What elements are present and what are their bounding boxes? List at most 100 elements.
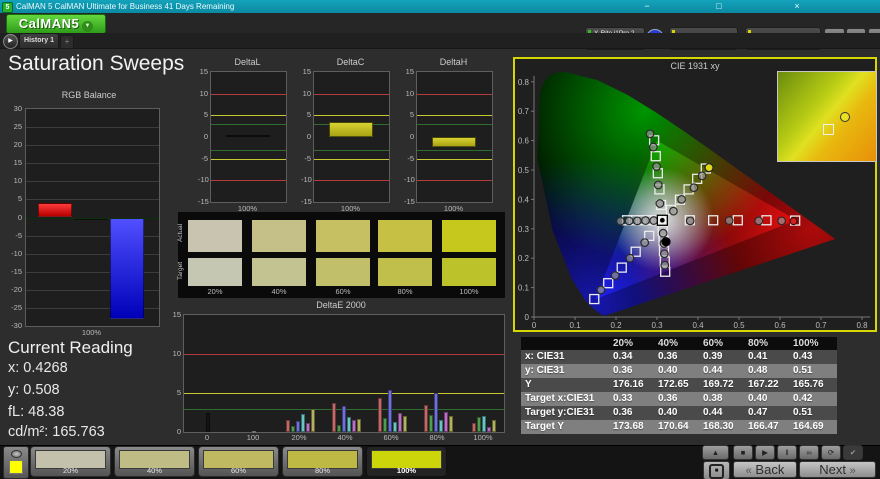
table-cell: 0.43	[793, 351, 813, 362]
inset-target-square	[823, 124, 834, 135]
workflow-play-button[interactable]: ▶	[3, 34, 18, 49]
gridline	[26, 127, 159, 129]
logo-dropdown-icon[interactable]: ▼	[82, 21, 94, 32]
delta-ytick: 10	[199, 88, 208, 98]
delta-plot	[210, 71, 287, 203]
target-swatch-40%	[252, 258, 306, 286]
current-reading-line: fL: 48.38	[8, 404, 65, 420]
patch-label: 20%	[62, 466, 78, 475]
table-cell: 0.47	[748, 407, 768, 418]
delta-xlabel: 100%	[443, 204, 464, 213]
delta-ytick: 5	[409, 110, 414, 120]
delta-ytick: -5	[407, 153, 414, 163]
cie-measured-circle	[677, 194, 687, 204]
play-button[interactable]: ▶	[755, 445, 775, 460]
add-tab-button[interactable]: +	[60, 35, 74, 49]
deltae-bar	[300, 414, 305, 432]
deltae-bar	[341, 406, 346, 432]
delta-ytick: -10	[198, 175, 209, 185]
meter-tray-button[interactable]	[3, 446, 29, 479]
continuous-button[interactable]: ⟳	[821, 445, 841, 460]
patch-label: 100%	[396, 466, 417, 475]
calman-logo-menu[interactable]: CalMAN5 ▼	[6, 14, 106, 34]
deltae-bar	[397, 413, 402, 432]
rgb-ytick: 25	[13, 122, 22, 132]
deltae-bar	[492, 419, 496, 432]
table-cell: 0.42	[793, 393, 813, 404]
svg-text:0.7: 0.7	[815, 321, 827, 330]
delta-plot	[313, 71, 390, 203]
target-swatch-100%	[442, 258, 496, 286]
back-label: Back	[755, 462, 785, 477]
cie-measured-circle	[640, 238, 650, 248]
swatch-col-label: 60%	[335, 287, 351, 296]
deltae-bar	[285, 419, 290, 432]
deltae-bar	[387, 389, 392, 432]
back-button[interactable]: « Back	[733, 461, 797, 478]
swatch-col-label: 80%	[397, 287, 413, 296]
table-cell: 172.65	[658, 379, 689, 390]
delta-ytick: 5	[203, 110, 208, 120]
actual-swatch-80%	[378, 220, 432, 252]
deltae-xtick: 40%	[337, 433, 353, 442]
close-button[interactable]: ×	[790, 0, 804, 12]
deltae-bar	[428, 414, 433, 432]
delta-ytick: 5	[306, 110, 311, 120]
table-cell: 0.36	[658, 351, 678, 362]
patch-button-60%[interactable]: 60%	[198, 446, 279, 477]
stop-pattern-button[interactable]: ■	[703, 461, 730, 479]
target-swatch-80%	[378, 258, 432, 286]
cie-measured-circle	[697, 171, 707, 181]
delta-bar	[226, 135, 270, 138]
swatch-col-label: 40%	[271, 287, 287, 296]
table-header-cell	[521, 337, 609, 350]
swatch-col-label: 20%	[207, 287, 223, 296]
table-cell: 169.72	[703, 379, 734, 390]
current-reading-line: x: 0.4268	[8, 360, 68, 376]
cie-measured-circle	[653, 180, 663, 190]
stop-button[interactable]: ■	[733, 445, 753, 460]
deltae-bar	[336, 424, 341, 432]
delta-chart-deltac: DeltaC 15 10 5 0 -5 -10 -15 100%	[301, 57, 401, 213]
table-cell: 0.33	[613, 393, 633, 404]
cie-1931-xy-panel[interactable]: 0 0.1 0.2 0.3 0.4 0.5 0.6 0.7 0.8 0 0.1 0.2 0.3 0.4 0.…	[513, 57, 877, 332]
delta-bar	[432, 137, 476, 147]
actual-swatch-20%	[188, 220, 242, 252]
ref-line	[314, 158, 389, 160]
patch-button-20%[interactable]: 20%	[30, 446, 111, 477]
table-cell: 165.76	[793, 379, 824, 390]
delta-title: DeltaL	[234, 57, 261, 67]
svg-text:0: 0	[525, 313, 530, 322]
svg-text:0.3: 0.3	[651, 321, 663, 330]
eject-button[interactable]: ▲	[702, 445, 729, 460]
maximize-button[interactable]: □	[712, 0, 726, 12]
loop-button[interactable]: ∞	[799, 445, 819, 460]
svg-text:0.5: 0.5	[733, 321, 745, 330]
deltae-title: DeltaE 2000	[316, 300, 366, 310]
delta-ytick: 15	[199, 67, 208, 76]
table-row-label: y: CIE31	[525, 365, 565, 376]
patch-button-40%[interactable]: 40%	[114, 446, 195, 477]
deltae-ytick: 0	[176, 427, 181, 436]
pause-button[interactable]: ‖	[777, 445, 797, 460]
cie-measured-circle	[652, 162, 661, 171]
cie-measured-circle	[624, 216, 634, 226]
patch-button-100%[interactable]: 100%	[366, 446, 447, 477]
table-cell: 167.22	[748, 379, 779, 390]
deltae-bar	[382, 417, 387, 432]
table-header-cell: 40%	[658, 338, 679, 349]
table-row-label: x: CIE31	[525, 351, 565, 362]
deltae-xtick: 80%	[429, 433, 445, 442]
minimize-button[interactable]: −	[640, 0, 654, 12]
table-row-label: Target Y	[525, 421, 565, 432]
svg-text:0.5: 0.5	[518, 166, 530, 175]
deltae-bar	[402, 415, 407, 432]
tab-history-1[interactable]: History 1	[19, 33, 59, 48]
done-button[interactable]: ✔	[843, 445, 863, 460]
next-button[interactable]: Next »	[799, 461, 876, 478]
table-cell: 0.44	[703, 365, 723, 376]
patch-button-80%[interactable]: 80%	[282, 446, 363, 477]
ref-line	[211, 150, 286, 151]
rgb-ytick: -5	[15, 230, 22, 240]
cie-measured-circle	[658, 228, 668, 238]
